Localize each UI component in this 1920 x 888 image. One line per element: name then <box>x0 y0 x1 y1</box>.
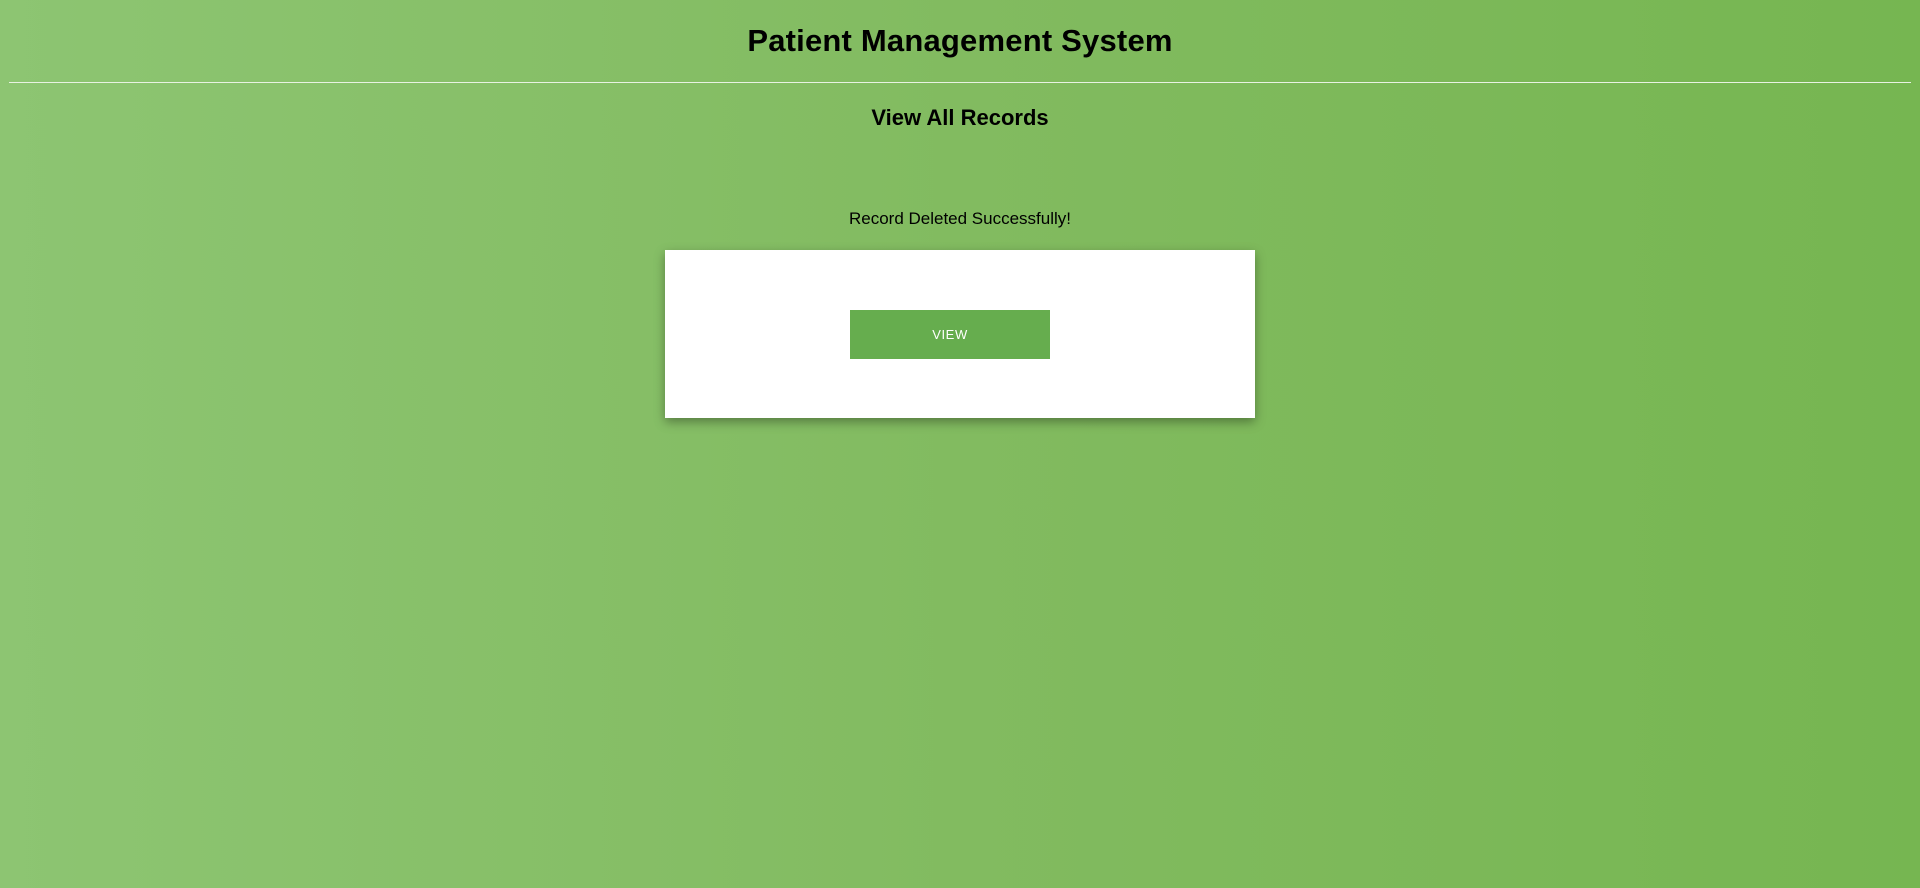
header-divider <box>9 82 1911 83</box>
app-title: Patient Management System <box>747 23 1173 58</box>
view-button[interactable]: VIEW <box>850 310 1050 359</box>
records-card: VIEW <box>665 250 1255 418</box>
page-title: View All Records <box>871 105 1049 130</box>
status-message: Record Deleted Successfully! <box>848 209 1072 228</box>
